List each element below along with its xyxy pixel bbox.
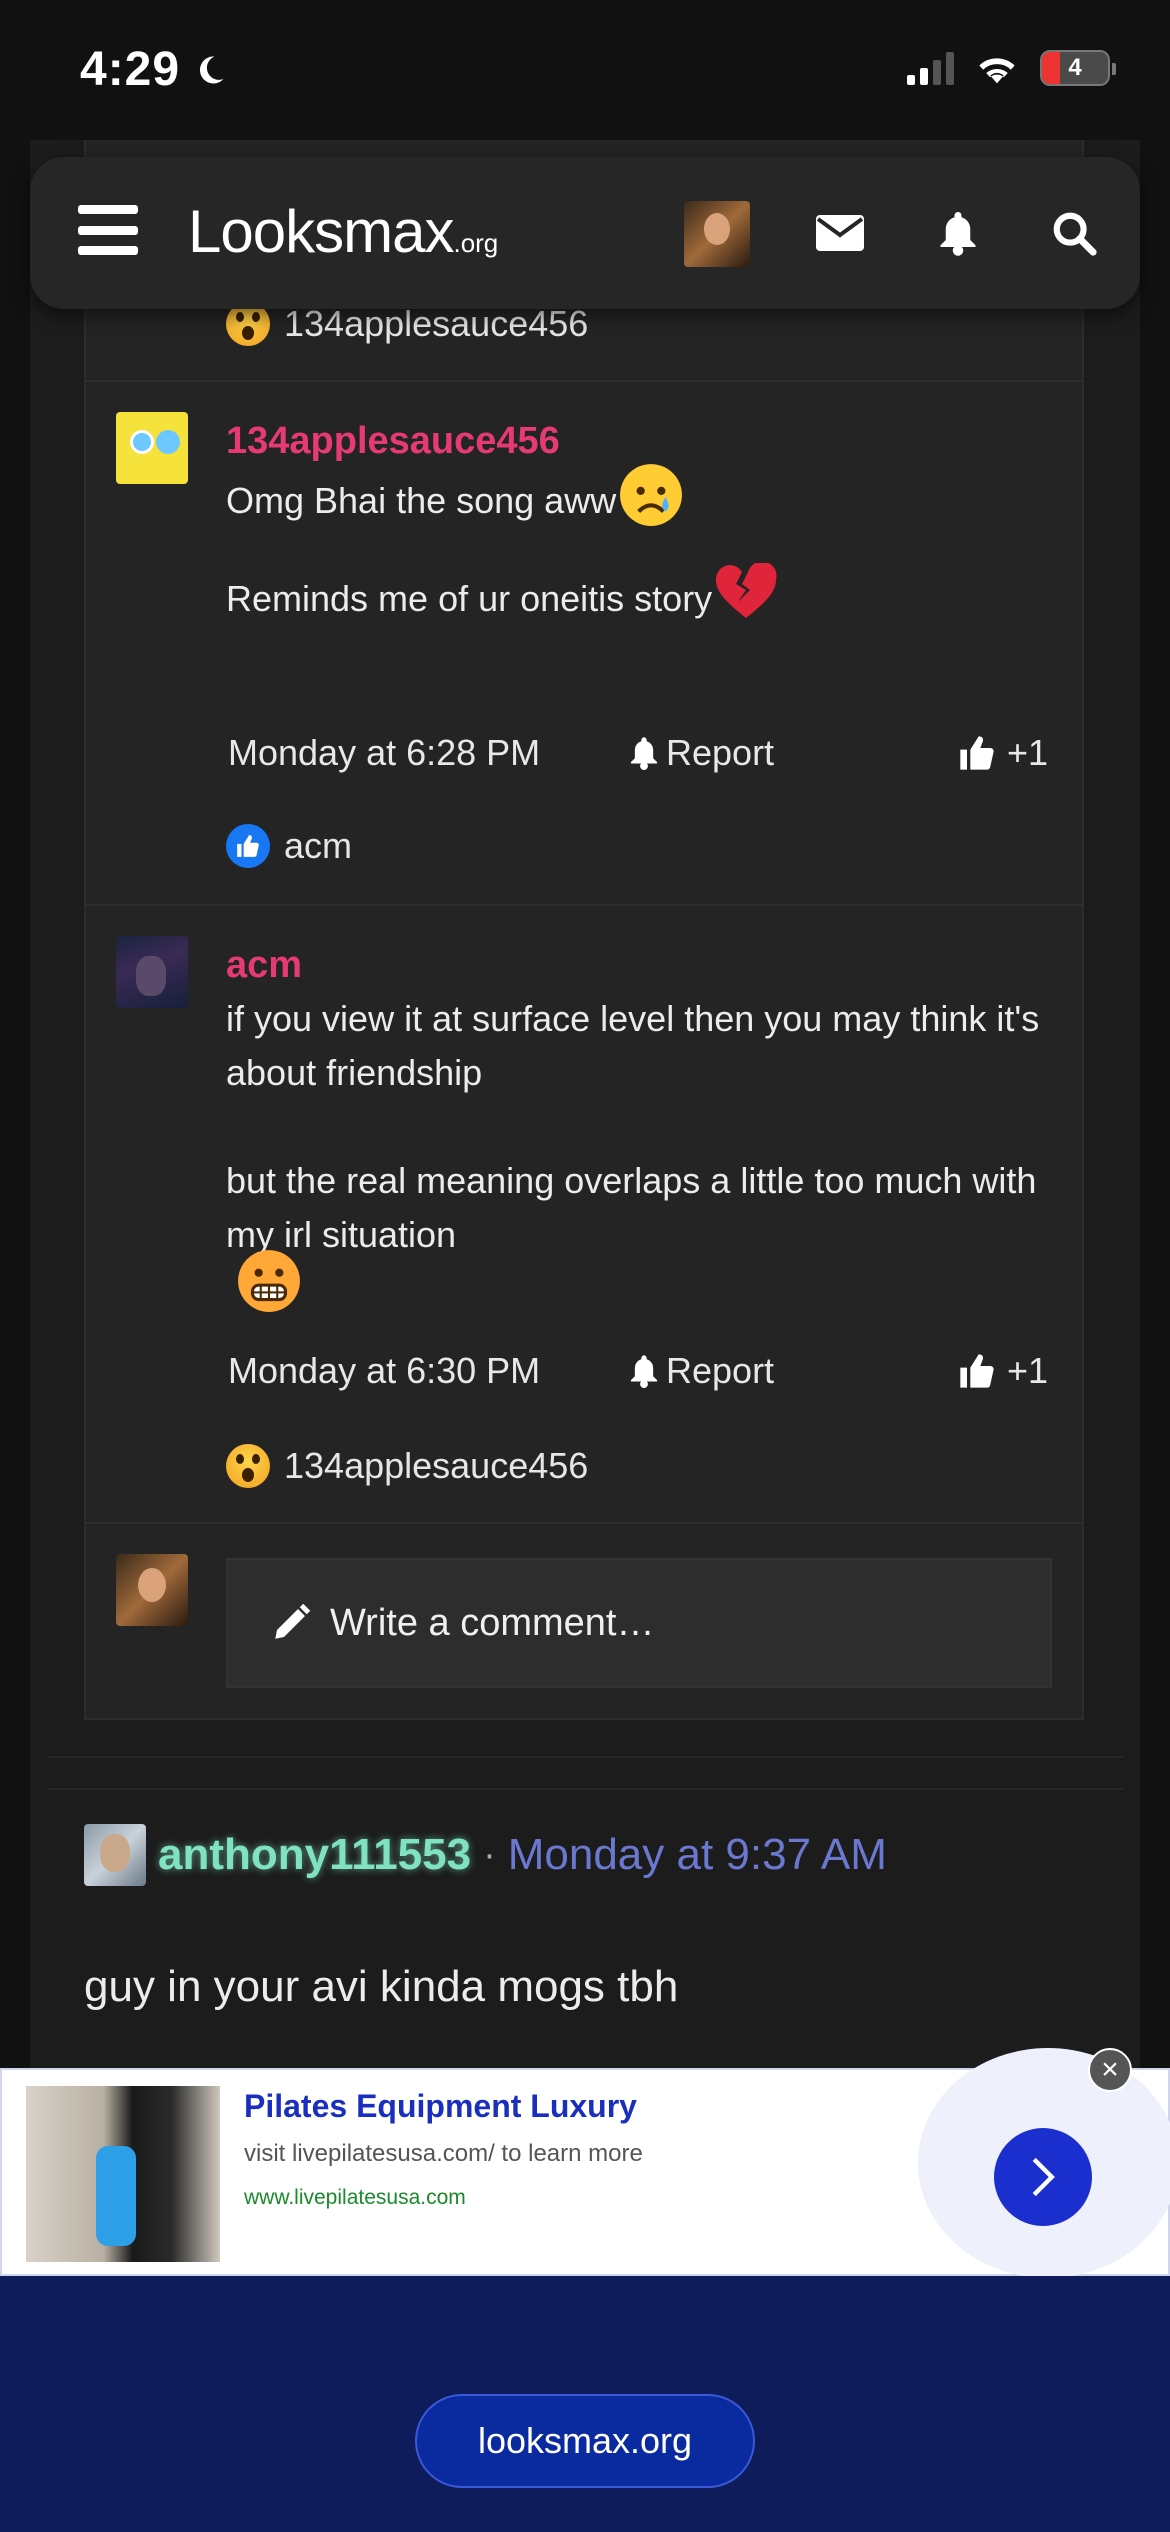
bell-icon	[630, 1355, 658, 1388]
like-button[interactable]: +1	[957, 1350, 1048, 1392]
report-label: Report	[666, 1350, 775, 1391]
crying-emoji-icon	[620, 464, 683, 526]
ad-title[interactable]: Pilates Equipment Luxury	[244, 2088, 637, 2125]
status-bar: 4:29 4	[0, 0, 1170, 150]
reaction-summary[interactable]: 134applesauce456	[226, 1444, 588, 1488]
divider	[84, 380, 1084, 382]
report-label: Report	[666, 732, 775, 773]
close-icon: ×	[1101, 2053, 1119, 2086]
like-count: +1	[1006, 732, 1048, 773]
post-body: guy in your avi kinda mogs tbh	[84, 1962, 679, 2011]
current-user-avatar	[116, 1554, 188, 1626]
ad-description: visit livepilatesusa.com/ to learn more	[244, 2140, 643, 2167]
divider	[48, 1756, 1124, 1758]
comment-body: if you view it at surface level then you…	[226, 992, 1046, 1314]
moon-icon	[200, 55, 224, 83]
top-navigation: Looksmax.org	[30, 157, 1140, 309]
comment-meta: Monday at 6:30 PM Report +1	[228, 1350, 1048, 1392]
post-date[interactable]: Monday at 9:37 AM	[508, 1830, 887, 1880]
like-reaction-icon	[226, 824, 270, 868]
cellular-signal-icon	[907, 51, 954, 85]
comment-timestamp[interactable]: Monday at 6:28 PM	[228, 732, 628, 774]
wow-emoji-icon	[226, 1444, 270, 1488]
like-button[interactable]: +1	[957, 732, 1048, 774]
avatar[interactable]	[116, 412, 188, 484]
comment-username[interactable]: acm	[226, 944, 302, 987]
search-icon[interactable]	[1042, 201, 1106, 265]
reactor-name: acm	[284, 825, 353, 866]
comment-line: if you view it at surface level then you…	[226, 998, 1040, 1093]
comment-line: but the real meaning overlaps a little t…	[226, 1160, 1037, 1255]
address-bar[interactable]: looksmax.org	[415, 2394, 755, 2488]
pencil-icon	[275, 1603, 311, 1639]
comment-username[interactable]: 134applesauce456	[226, 420, 560, 463]
site-logo[interactable]: Looksmax.org	[188, 197, 498, 266]
comment-body: Omg Bhai the song aww Reminds me of ur o…	[226, 464, 1046, 626]
bell-icon[interactable]	[926, 201, 990, 265]
reactor-name: 134applesauce456	[284, 1445, 589, 1486]
bell-icon	[630, 737, 658, 770]
ad-url[interactable]: www.livepilatesusa.com	[244, 2186, 466, 2210]
status-time: 4:29	[80, 42, 228, 97]
report-button[interactable]: Report	[628, 732, 774, 774]
comment-line: Reminds me of ur oneitis story	[226, 578, 713, 619]
comment-line: Omg Bhai the song aww	[226, 480, 617, 521]
write-comment-input[interactable]: Write a comment…	[226, 1558, 1052, 1688]
avatar[interactable]	[116, 936, 188, 1008]
battery-icon: 4	[1040, 50, 1116, 86]
thumbs-up-icon	[960, 736, 994, 770]
post-header: anthony111553 · Monday at 9:37 AM	[84, 1824, 887, 1886]
divider	[48, 1788, 1124, 1790]
envelope-icon[interactable]	[808, 201, 872, 265]
comment-meta: Monday at 6:28 PM Report +1	[228, 732, 1048, 774]
thumbs-up-icon	[960, 1354, 994, 1388]
close-ad-button[interactable]: ×	[1088, 2048, 1132, 2092]
address-bar-domain: looksmax.org	[477, 2420, 693, 2461]
comment-timestamp[interactable]: Monday at 6:30 PM	[228, 1350, 628, 1392]
grimace-emoji-icon	[238, 1250, 300, 1312]
reactor-name: 134applesauce456	[284, 303, 589, 344]
ad-open-button[interactable]	[994, 2128, 1092, 2226]
like-count: +1	[1006, 1350, 1048, 1391]
separator: ·	[483, 1833, 496, 1876]
ad-banner[interactable]: Pilates Equipment Luxury visit livepilat…	[0, 2048, 1170, 2278]
divider	[84, 904, 1084, 906]
post-username[interactable]: anthony111553	[158, 1830, 471, 1880]
browser-bottom-bar: looksmax.org	[0, 2276, 1170, 2532]
menu-icon[interactable]	[78, 205, 138, 255]
wifi-icon	[979, 58, 1015, 84]
chevron-right-icon	[1032, 2157, 1055, 2197]
ad-image[interactable]	[26, 2086, 220, 2262]
user-avatar[interactable]	[684, 201, 750, 267]
broken-heart-icon	[716, 563, 777, 618]
comment-placeholder: Write a comment…	[330, 1601, 655, 1644]
report-button[interactable]: Report	[628, 1350, 774, 1392]
avatar[interactable]	[84, 1824, 146, 1886]
divider	[84, 1522, 1084, 1524]
battery-level: 4	[1068, 54, 1082, 81]
reaction-summary[interactable]: acm	[226, 824, 352, 868]
clock-text: 4:29	[80, 43, 181, 96]
